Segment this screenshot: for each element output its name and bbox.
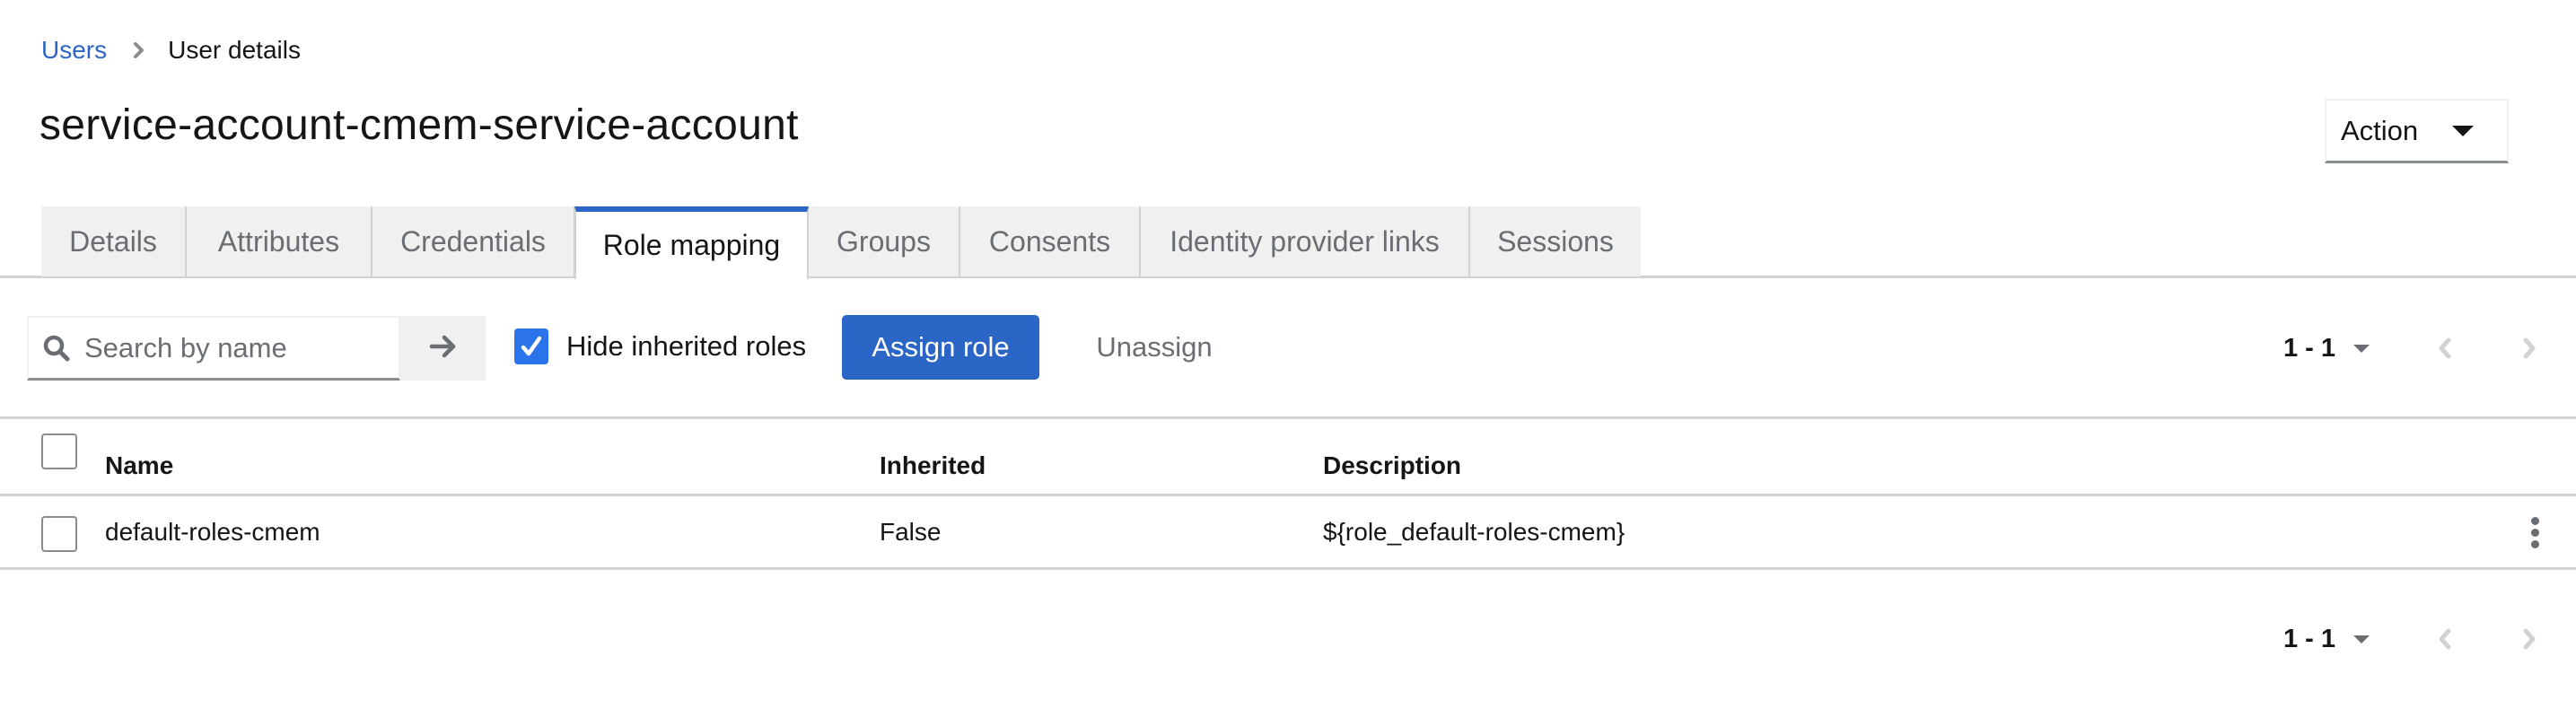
- toolbar: Hide inherited roles Assign role Unassig…: [0, 314, 2576, 382]
- chevron-right-icon: [2523, 628, 2536, 650]
- row-actions-kebab-icon[interactable]: [2522, 512, 2547, 552]
- pagination-range-dropdown[interactable]: 1 - 1: [2283, 334, 2370, 363]
- chevron-right-icon: [2523, 337, 2536, 359]
- caret-down-icon: [2353, 635, 2370, 644]
- search-input[interactable]: [84, 331, 381, 364]
- column-header-name[interactable]: Name: [105, 451, 173, 480]
- action-label: Action: [2341, 114, 2419, 146]
- pagination-range-dropdown[interactable]: 1 - 1: [2283, 625, 2370, 654]
- role-inherited: False: [880, 518, 942, 546]
- tab-bar: Details Attributes Credentials Role mapp…: [0, 206, 2576, 279]
- column-header-description: Description: [1323, 451, 1462, 479]
- chevron-right-icon: [130, 41, 148, 59]
- caret-down-icon: [2353, 344, 2370, 353]
- tab-consents[interactable]: Consents: [960, 206, 1141, 276]
- unassign-button[interactable]: Unassign: [1082, 315, 1226, 380]
- tab-credentials[interactable]: Credentials: [372, 206, 575, 276]
- roles-table: Name Inherited Description default-roles…: [0, 416, 2576, 570]
- role-description: ${role_default-roles-cmem}: [1323, 518, 1625, 546]
- hide-inherited-roles-toggle[interactable]: Hide inherited roles: [514, 328, 806, 364]
- chevron-left-icon: [2439, 628, 2451, 650]
- pagination-range: 1 - 1: [2283, 333, 2336, 363]
- select-all-checkbox[interactable]: [41, 433, 77, 469]
- pagination-range: 1 - 1: [2283, 624, 2336, 653]
- previous-page-button[interactable]: [2427, 621, 2463, 657]
- checkmark-icon: [521, 336, 542, 356]
- breadcrumb-current: User details: [168, 36, 301, 64]
- action-dropdown[interactable]: Action: [2325, 99, 2509, 163]
- next-page-button[interactable]: [2511, 330, 2547, 366]
- tab-groups[interactable]: Groups: [809, 206, 960, 276]
- chevron-left-icon: [2439, 337, 2451, 359]
- caret-down-icon: [2452, 125, 2475, 136]
- search-icon: [41, 333, 72, 363]
- previous-page-button[interactable]: [2427, 330, 2463, 366]
- column-header-inherited: Inherited: [880, 451, 986, 479]
- hide-inherited-label: Hide inherited roles: [566, 330, 807, 362]
- table-header: Name Inherited Description: [0, 416, 2576, 496]
- pagination-bottom: 1 - 1: [2262, 612, 2576, 666]
- assign-role-button[interactable]: Assign role: [842, 315, 1039, 380]
- hide-inherited-checkbox[interactable]: [514, 328, 548, 364]
- page-title: service-account-cmem-service-account: [39, 101, 799, 149]
- breadcrumb: Users User details: [41, 32, 301, 68]
- arrow-right-icon: [429, 334, 458, 363]
- next-page-button[interactable]: [2511, 621, 2547, 657]
- table-row: default-roles-cmem False ${role_default-…: [0, 496, 2576, 570]
- tab-role-mapping[interactable]: Role mapping: [574, 206, 809, 279]
- search-submit-button[interactable]: [400, 316, 486, 381]
- breadcrumb-users-link[interactable]: Users: [41, 36, 107, 65]
- tab-sessions[interactable]: Sessions: [1470, 206, 1641, 276]
- tab-identity-provider-links[interactable]: Identity provider links: [1141, 206, 1470, 276]
- pagination-top: 1 - 1: [2262, 321, 2576, 375]
- role-name: default-roles-cmem: [105, 518, 320, 546]
- search-box: [27, 316, 400, 381]
- tab-attributes[interactable]: Attributes: [187, 206, 372, 276]
- tab-details[interactable]: Details: [41, 206, 187, 276]
- row-select-checkbox[interactable]: [41, 516, 77, 552]
